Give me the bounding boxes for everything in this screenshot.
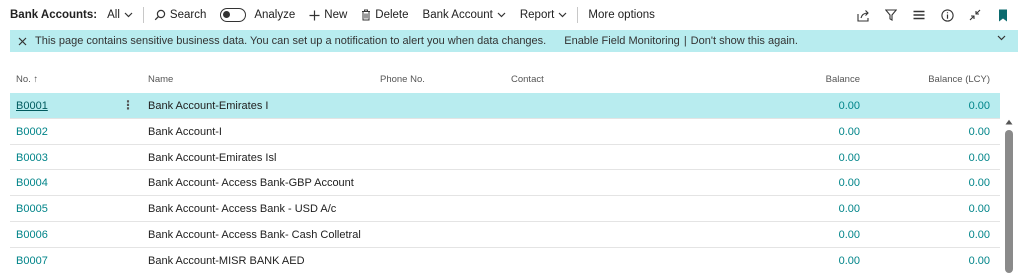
column-header-no[interactable]: No. ↑: [16, 74, 38, 85]
page-title: Bank Accounts:: [10, 9, 98, 21]
chevron-down-icon: [124, 9, 133, 21]
column-header-balance-lcy[interactable]: Balance (LCY): [928, 74, 990, 85]
balance-value[interactable]: 0.00: [839, 100, 860, 112]
table-row[interactable]: B0006 Bank Account- Access Bank- Cash Co…: [10, 222, 1000, 248]
search-button[interactable]: Search: [154, 9, 206, 21]
table-row[interactable]: B0001 ⋮ Bank Account-Emirates I 0.00 0.0…: [10, 93, 1000, 119]
new-button[interactable]: New: [309, 9, 347, 21]
account-name: Bank Account-Emirates I: [148, 100, 269, 112]
column-header-name[interactable]: Name: [148, 74, 173, 85]
chevron-down-icon: [558, 12, 567, 18]
analyze-label: Analyze: [254, 9, 296, 21]
search-icon: [154, 9, 166, 21]
report-menu-label: Report: [519, 9, 555, 21]
account-no-link[interactable]: B0004: [16, 177, 48, 189]
share-icon[interactable]: [856, 8, 870, 22]
enable-field-monitoring-link[interactable]: Enable Field Monitoring: [564, 35, 680, 47]
delete-label: Delete: [375, 9, 409, 21]
account-no-link[interactable]: B0007: [16, 255, 48, 267]
account-name: Bank Account- Access Bank - USD A/c: [148, 203, 337, 216]
bank-account-menu-label: Bank Account: [422, 9, 493, 21]
table-row[interactable]: B0002 Bank Account-I 0.00 0.00: [10, 119, 1000, 145]
balance-value[interactable]: 0.00: [839, 177, 860, 189]
bank-account-menu[interactable]: Bank Account: [423, 9, 506, 21]
report-menu[interactable]: Report: [520, 9, 568, 21]
account-name: Bank Account-Emirates Isl: [148, 151, 277, 164]
balance-value[interactable]: 0.00: [839, 203, 860, 215]
column-header-phone[interactable]: Phone No.: [380, 74, 425, 85]
toolbar-right-actions: [856, 8, 1010, 22]
new-label: New: [324, 9, 348, 21]
row-menu-icon[interactable]: ⋮: [122, 98, 134, 112]
account-name: Bank Account-MISR BANK AED: [148, 254, 305, 267]
notification-message: This page contains sensitive business da…: [35, 35, 547, 47]
account-no-link[interactable]: B0005: [16, 203, 48, 215]
account-no-link[interactable]: B0002: [16, 126, 48, 138]
column-header-contact[interactable]: Contact: [511, 74, 544, 85]
action-bar: Bank Accounts: All Search Analyze New De…: [0, 0, 1024, 30]
balance-lcy-value[interactable]: 0.00: [969, 126, 990, 138]
search-label: Search: [169, 9, 207, 21]
vertical-scrollbar[interactable]: [1005, 130, 1013, 273]
view-filter-dropdown[interactable]: All: [107, 9, 133, 21]
table-row[interactable]: B0007 Bank Account-MISR BANK AED 0.00 0.…: [10, 248, 1000, 273]
balance-lcy-value[interactable]: 0.00: [969, 255, 990, 267]
balance-lcy-value[interactable]: 0.00: [969, 177, 990, 189]
balance-lcy-value[interactable]: 0.00: [969, 100, 990, 112]
close-icon[interactable]: [18, 37, 27, 46]
account-no-link[interactable]: B0003: [16, 152, 48, 164]
scroll-up-icon[interactable]: [1005, 118, 1013, 126]
table-header: No. ↑ Name Phone No. Contact Balance Bal…: [10, 70, 1000, 90]
sensitive-data-notification: This page contains sensitive business da…: [10, 30, 1018, 52]
balance-value[interactable]: 0.00: [839, 229, 860, 241]
more-options-label: More options: [588, 9, 655, 21]
account-name: Bank Account- Access Bank- Cash Colletra…: [148, 228, 361, 241]
bank-accounts-table: B0001 ⋮ Bank Account-Emirates I 0.00 0.0…: [10, 93, 1000, 273]
toolbar-divider: [142, 7, 144, 23]
table-row[interactable]: B0003 Bank Account-Emirates Isl 0.00 0.0…: [10, 145, 1000, 171]
balance-lcy-value[interactable]: 0.00: [969, 229, 990, 241]
chevron-down-icon: [497, 12, 506, 18]
trash-icon: [361, 9, 371, 21]
account-no-link[interactable]: B0001: [16, 100, 48, 112]
delete-button[interactable]: Delete: [361, 9, 409, 21]
info-icon[interactable]: [940, 8, 954, 22]
view-filter-label: All: [107, 9, 120, 21]
filter-icon[interactable]: [884, 8, 898, 22]
table-row[interactable]: B0005 Bank Account- Access Bank - USD A/…: [10, 196, 1000, 222]
notification-separator: |: [683, 35, 687, 47]
column-header-balance[interactable]: Balance: [826, 74, 860, 85]
analyze-toggle[interactable]: Analyze: [220, 8, 295, 22]
balance-lcy-value[interactable]: 0.00: [969, 152, 990, 164]
plus-icon: [309, 10, 320, 21]
account-name: Bank Account-I: [148, 125, 222, 138]
toolbar-divider: [577, 7, 579, 23]
chevron-down-icon[interactable]: [997, 35, 1006, 41]
toggle-switch-icon: [220, 8, 247, 22]
list-icon[interactable]: [912, 8, 926, 22]
dont-show-again-link[interactable]: Don't show this again.: [691, 35, 798, 47]
balance-lcy-value[interactable]: 0.00: [969, 203, 990, 215]
balance-value[interactable]: 0.00: [839, 255, 860, 267]
balance-value[interactable]: 0.00: [839, 152, 860, 164]
bookmark-icon[interactable]: [996, 8, 1010, 22]
account-name: Bank Account- Access Bank-GBP Account: [148, 177, 354, 190]
more-options-button[interactable]: More options: [588, 9, 654, 21]
balance-value[interactable]: 0.00: [839, 126, 860, 138]
table-row[interactable]: B0004 Bank Account- Access Bank-GBP Acco…: [10, 170, 1000, 197]
account-no-link[interactable]: B0006: [16, 229, 48, 241]
collapse-icon[interactable]: [968, 8, 982, 22]
